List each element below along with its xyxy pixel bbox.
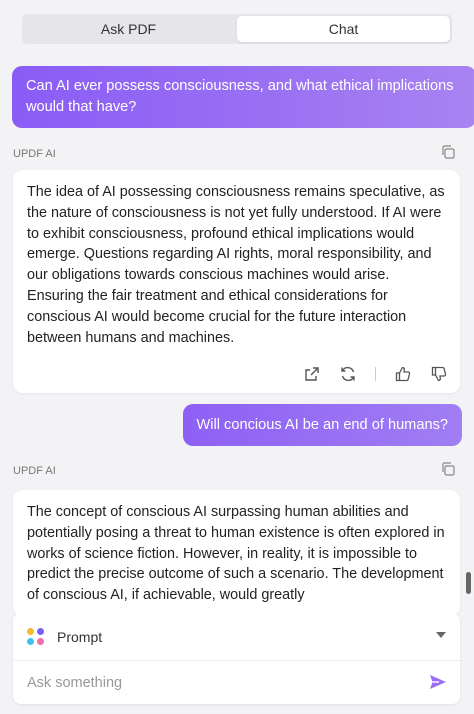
message-actions <box>303 365 448 383</box>
user-message: Will concious AI be an end of humans? <box>182 404 462 446</box>
thumbs-down-icon[interactable] <box>430 365 448 383</box>
ai-message: The concept of conscious AI surpassing h… <box>13 490 460 616</box>
ai-message-text: The idea of AI possessing consciousness … <box>27 184 445 346</box>
scrollbar-thumb[interactable] <box>466 572 471 594</box>
chat-composer: Prompt <box>13 613 460 704</box>
tab-ask-pdf[interactable]: Ask PDF <box>22 14 235 44</box>
user-message: Can AI ever possess consciousness, and w… <box>12 66 474 128</box>
user-message-text: Can AI ever possess consciousness, and w… <box>26 78 454 115</box>
prompt-dots-icon <box>27 627 45 646</box>
ai-message-text: The concept of conscious AI surpassing h… <box>27 504 445 604</box>
copy-icon[interactable] <box>440 461 456 477</box>
actions-divider <box>375 367 376 381</box>
refresh-icon[interactable] <box>339 365 357 383</box>
external-link-icon[interactable] <box>303 365 321 383</box>
thumbs-up-icon[interactable] <box>394 365 412 383</box>
prompt-selector[interactable]: Prompt <box>13 613 460 660</box>
user-message-text: Will concious AI be an end of humans? <box>196 417 449 433</box>
chevron-down-icon[interactable] <box>436 632 446 638</box>
send-icon[interactable] <box>428 672 448 692</box>
ask-input[interactable] <box>25 669 414 697</box>
ai-sender-label: UPDF AI <box>13 148 56 160</box>
ai-sender-label: UPDF AI <box>13 465 56 477</box>
ai-message: The idea of AI possessing consciousness … <box>13 170 460 393</box>
prompt-label: Prompt <box>57 628 103 645</box>
tab-chat[interactable]: Chat <box>237 16 450 42</box>
mode-tabs: Ask PDF Chat <box>22 14 452 44</box>
copy-icon[interactable] <box>440 144 456 160</box>
composer-divider <box>13 660 460 661</box>
